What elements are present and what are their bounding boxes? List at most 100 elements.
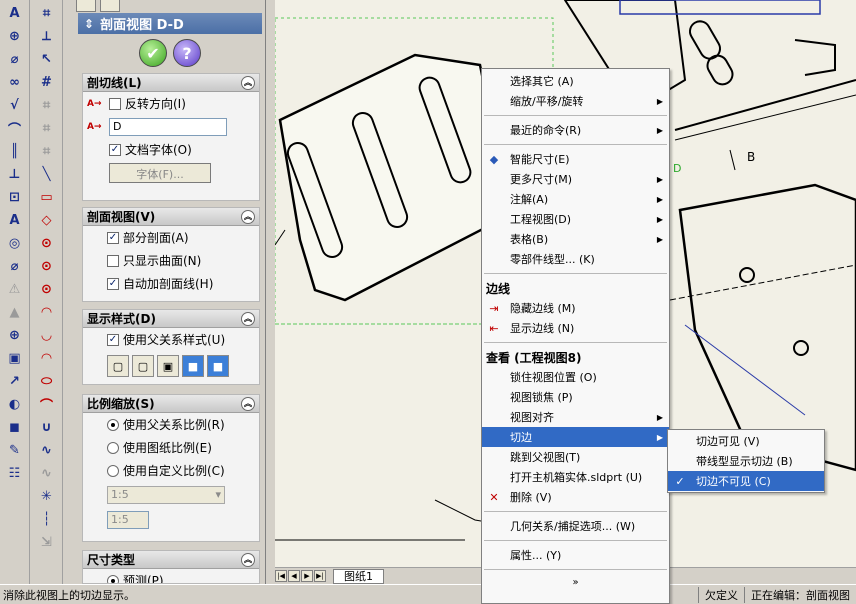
menu-item[interactable]: 切边 ▶ <box>482 427 669 447</box>
doc-font-checkbox[interactable]: ✓ <box>109 143 121 156</box>
feature-tree-tab[interactable] <box>76 0 96 12</box>
collapse-icon[interactable]: ︽ <box>241 396 255 411</box>
circle-icon[interactable]: ⊙ <box>36 256 58 276</box>
menu-item[interactable]: 视图对齐 ▶ <box>482 407 669 427</box>
hidden-lines-visible-icon[interactable]: ▢ <box>132 355 154 377</box>
spline-icon[interactable]: ∿ <box>36 440 58 460</box>
scale-title[interactable]: 比例缩放(S) ︽ <box>83 395 259 413</box>
select-arrow-icon[interactable]: ↖ <box>36 49 58 69</box>
parabola-icon[interactable]: ∪ <box>36 417 58 437</box>
menu-item[interactable]: 属性... (Y) <box>482 545 669 565</box>
ok-button[interactable]: ✔ <box>139 39 167 67</box>
format-painter-icon[interactable]: ✎ <box>4 440 26 460</box>
area-hatch-icon[interactable]: ◐ <box>4 394 26 414</box>
menu-item[interactable]: 选择其它 (A) <box>482 71 669 91</box>
font-button[interactable]: 字体(F)... <box>109 162 211 183</box>
submenu-item[interactable]: 切边可见 (V) <box>668 431 824 451</box>
chain-icon[interactable]: ∞ <box>4 72 26 92</box>
check-mark-icon[interactable]: √ <box>4 95 26 115</box>
hole-callout-icon[interactable]: ⌀ <box>4 256 26 276</box>
section-line-title[interactable]: 剖切线(L) ︽ <box>83 74 259 92</box>
three-point-arc-icon[interactable]: ◠ <box>36 348 58 368</box>
surfaces-only-checkbox[interactable] <box>107 254 119 267</box>
spline-tool-icon[interactable]: ∿ <box>36 463 58 483</box>
auto-hatch-checkbox[interactable]: ✓ <box>107 277 119 290</box>
hatch-icon[interactable]: ║ <box>4 141 26 161</box>
menu-item[interactable]: 表格(B) ▶ <box>482 229 669 249</box>
first-sheet-icon[interactable]: |◀ <box>275 570 287 582</box>
center-mark-icon[interactable]: ⊕ <box>4 325 26 345</box>
menu-item[interactable]: ◆ 智能尺寸(E) <box>482 149 669 169</box>
shaded-edges-icon[interactable]: ■ <box>182 355 204 377</box>
partial-ellipse-icon[interactable]: ⌒ <box>36 394 58 414</box>
datum-feature-icon[interactable]: A <box>4 210 26 230</box>
warning-icon[interactable]: ▲ <box>4 302 26 322</box>
smart-dimension-tool-icon[interactable]: ⟂ <box>36 26 58 46</box>
help-button[interactable]: ? <box>173 39 201 67</box>
menu-item[interactable]: 视图锁焦 (P) <box>482 387 669 407</box>
arc-icon[interactable]: ◠ <box>36 302 58 322</box>
use-parent-style-checkbox[interactable]: ✓ <box>107 333 119 346</box>
line-icon[interactable]: ╲ <box>36 164 58 184</box>
tangent-arc-icon[interactable]: ◡ <box>36 325 58 345</box>
flip-direction-checkbox[interactable] <box>109 97 121 110</box>
collapse-icon[interactable]: ︽ <box>241 209 255 224</box>
fill-icon[interactable]: ◼ <box>4 417 26 437</box>
projected-radio[interactable] <box>107 574 119 583</box>
next-sheet-icon[interactable]: ▶ <box>301 570 313 582</box>
display-style-title[interactable]: 显示样式(D) ︽ <box>83 310 259 328</box>
menu-item[interactable]: 注解(A) ▶ <box>482 189 669 209</box>
collapse-icon[interactable]: ︽ <box>241 552 255 567</box>
leader-icon[interactable]: ↗ <box>4 371 26 391</box>
ellipse-icon[interactable]: ⬭ <box>36 371 58 391</box>
rectangle-icon[interactable]: ▭ <box>36 187 58 207</box>
collapse-icon[interactable]: ︽ <box>241 75 255 90</box>
use-sheet-scale-radio[interactable] <box>107 441 119 454</box>
hidden-lines-removed-icon[interactable]: ▣ <box>157 355 179 377</box>
block-icon[interactable]: ▣ <box>4 348 26 368</box>
polygon-icon[interactable]: ◇ <box>36 210 58 230</box>
use-parent-scale-radio[interactable] <box>107 418 119 431</box>
convert-entities-icon[interactable]: ⇲ <box>36 532 58 552</box>
magnet-icon[interactable]: ⌀ <box>4 49 26 69</box>
menu-item[interactable]: 最近的命令(R) ▶ <box>482 120 669 140</box>
property-tab[interactable] <box>100 0 120 12</box>
menu-item[interactable]: ✕ 删除 (V) <box>482 487 669 507</box>
weld-icon[interactable]: ⌒ <box>4 118 26 138</box>
pattern-icon[interactable]: ⌗ <box>36 141 58 161</box>
menu-item[interactable]: 零部件线型... (K) <box>482 249 669 269</box>
menu-item[interactable]: ⇥ 隐藏边线 (M) <box>482 298 669 318</box>
menu-item[interactable]: 打开主机箱实体.sldprt (U) <box>482 467 669 487</box>
dimension-type-title[interactable]: 尺寸类型 ︽ <box>83 551 259 569</box>
shaded-icon[interactable]: ■ <box>207 355 229 377</box>
menu-item[interactable]: ⇤ 显示边线 (N) <box>482 318 669 338</box>
perimeter-circle-icon[interactable]: ⊙ <box>36 279 58 299</box>
use-custom-scale-radio[interactable] <box>107 464 119 477</box>
submenu-item[interactable]: 带线型显示切边 (B) <box>668 451 824 471</box>
menu-item[interactable]: 几何关系/捕捉选项... (W) <box>482 516 669 536</box>
centerline-icon[interactable]: ┆ <box>36 509 58 529</box>
wireframe-icon[interactable]: ▢ <box>107 355 129 377</box>
sketch-icon[interactable]: ⌗ <box>36 3 58 23</box>
stack-icon[interactable]: ☷ <box>4 463 26 483</box>
submenu-item[interactable]: ✓ 切边不可见 (C) <box>668 471 824 491</box>
scale-text-input[interactable]: 1:5 <box>107 510 149 529</box>
datum-icon[interactable]: ⊥ <box>4 164 26 184</box>
prev-sheet-icon[interactable]: ◀ <box>288 570 300 582</box>
label-input[interactable]: D <box>109 117 227 136</box>
sheet-tab[interactable]: 图纸1 <box>333 568 384 584</box>
last-sheet-icon[interactable]: ▶| <box>314 570 326 582</box>
revision-icon[interactable]: ⚠ <box>4 279 26 299</box>
grid-icon[interactable]: # <box>36 72 58 92</box>
balloon-icon[interactable]: ⊕ <box>4 26 26 46</box>
datum-target-icon[interactable]: ◎ <box>4 233 26 253</box>
menu-item[interactable]: 锁住视图位置 (O) <box>482 367 669 387</box>
point-icon[interactable]: ✳ <box>36 486 58 506</box>
offset-icon[interactable]: ⌗ <box>36 118 58 138</box>
more-items-icon[interactable]: » <box>482 574 669 590</box>
annotation-icon[interactable]: A <box>4 3 26 23</box>
geometric-tolerance-icon[interactable]: ⊡ <box>4 187 26 207</box>
scale-combo[interactable]: 1:5 ▾ <box>107 486 225 504</box>
mirror-icon[interactable]: ⌗ <box>36 95 58 115</box>
partial-section-checkbox[interactable]: ✓ <box>107 231 119 244</box>
